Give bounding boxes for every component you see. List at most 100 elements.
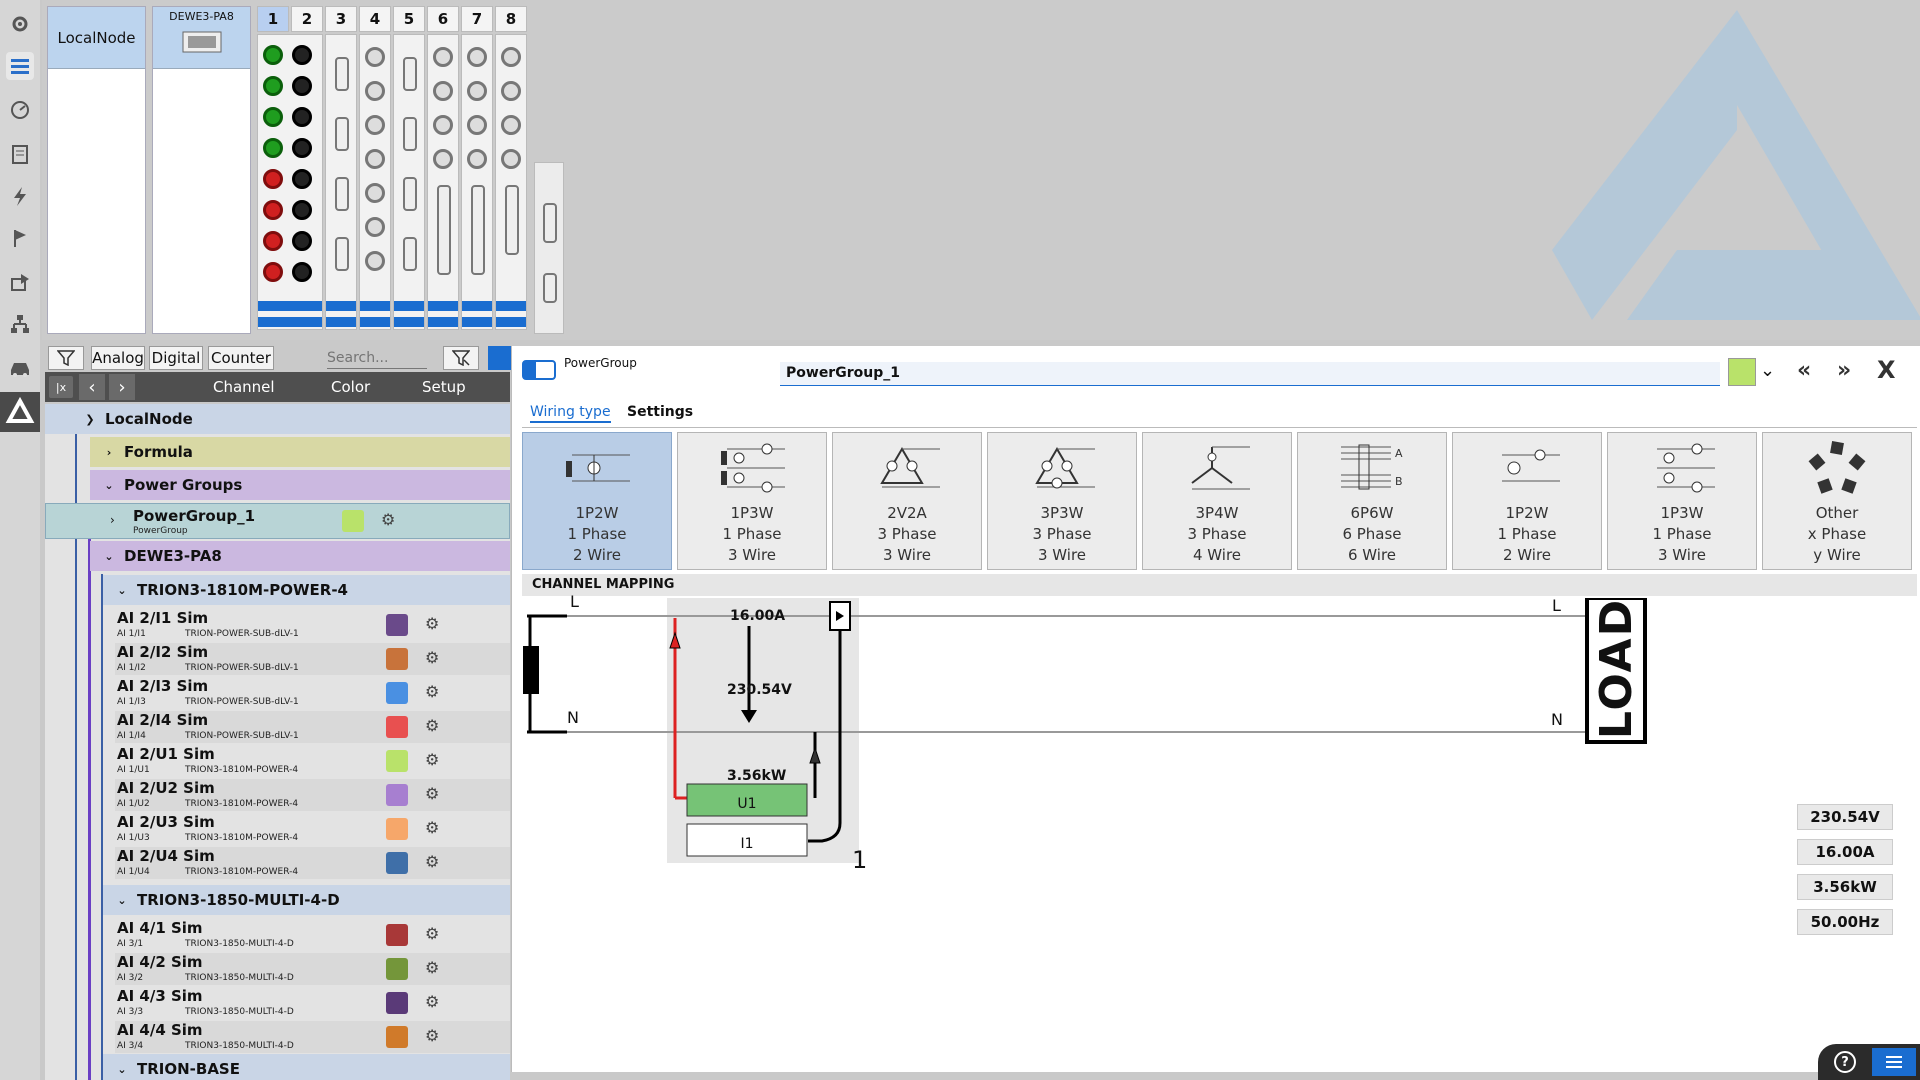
slot-4-module[interactable] <box>359 34 391 330</box>
wiring-option-3p3w-3[interactable]: 3P3W 3 Phase 3 Wire <box>987 432 1137 570</box>
channel-color-swatch[interactable] <box>386 992 408 1014</box>
wiring-option-3p4w-4[interactable]: 3P4W 3 Phase 4 Wire <box>1142 432 1292 570</box>
u1-channel-box[interactable]: U1 <box>687 788 807 820</box>
power-module-icon[interactable] <box>0 392 40 432</box>
gear-icon[interactable]: ⚙ <box>425 682 439 701</box>
tab-settings[interactable]: Settings <box>627 404 693 420</box>
slot-4-number[interactable]: 4 <box>359 6 391 32</box>
powergroup-1-color-swatch[interactable] <box>342 510 364 532</box>
report-icon[interactable] <box>6 140 34 168</box>
table-row[interactable]: AI 4/3 Sim AI 3/3 TRION3-1850-MULTI-4-D ⚙ <box>115 987 510 1019</box>
export-icon[interactable] <box>6 268 34 296</box>
chevron-down-icon[interactable]: ⌄ <box>1760 360 1775 381</box>
gear-icon[interactable]: ⚙ <box>425 784 439 803</box>
digital-filter-button[interactable]: Digital <box>149 346 203 370</box>
channel-color-swatch[interactable] <box>386 682 408 704</box>
table-row[interactable]: AI 2/U3 Sim AI 1/U3 TRION3-1810M-POWER-4 ⚙ <box>115 813 510 845</box>
slot-1-module[interactable] <box>257 34 323 330</box>
gauge-icon[interactable] <box>6 96 34 124</box>
slot-1-number[interactable]: 1 <box>257 6 289 32</box>
tree-base[interactable]: ⌄ TRION-BASE <box>103 1054 510 1080</box>
table-row[interactable]: AI 2/I4 Sim AI 1/I4 TRION-POWER-SUB-dLV-1 ⚙ <box>115 711 510 743</box>
powergroup-color-picker[interactable] <box>1728 358 1756 386</box>
filter-icon[interactable] <box>48 346 84 370</box>
table-row[interactable]: AI 2/U2 Sim AI 1/U2 TRION3-1810M-POWER-4 ⚙ <box>115 779 510 811</box>
gear-icon[interactable]: ⚙ <box>425 648 439 667</box>
slot-8-module[interactable] <box>495 34 527 330</box>
device-card[interactable]: DEWE3-PA8 <box>152 6 251 334</box>
gear-icon[interactable]: ⚙ <box>425 614 439 633</box>
wiring-option-2v2a-2[interactable]: 2V2A 3 Phase 3 Wire <box>832 432 982 570</box>
help-icon[interactable]: ? <box>1834 1051 1856 1073</box>
table-row[interactable]: AI 2/U4 Sim AI 1/U4 TRION3-1810M-POWER-4 ⚙ <box>115 847 510 879</box>
channel-color-swatch[interactable] <box>386 784 408 806</box>
powergroup-name-input[interactable]: PowerGroup_1 <box>780 362 1720 386</box>
channel-color-swatch[interactable] <box>386 924 408 946</box>
slot-6-module[interactable] <box>427 34 459 330</box>
channel-color-swatch[interactable] <box>386 750 408 772</box>
channel-color-swatch[interactable] <box>386 614 408 636</box>
gear-icon[interactable]: ⚙ <box>425 818 439 837</box>
slot-6-number[interactable]: 6 <box>427 6 459 32</box>
gear-icon[interactable]: ⚙ <box>381 510 395 529</box>
table-row[interactable]: AI 2/I1 Sim AI 1/I1 TRION-POWER-SUB-dLV-1 ⚙ <box>115 609 510 641</box>
tree-local-node[interactable]: ❯ LocalNode <box>45 404 510 434</box>
table-row[interactable]: AI 4/4 Sim AI 3/4 TRION3-1850-MULTI-4-D ⚙ <box>115 1021 510 1053</box>
gear-icon[interactable]: ⚙ <box>425 924 439 943</box>
tree-module-1[interactable]: ⌄ TRION3-1810M-POWER-4 <box>103 575 510 605</box>
channel-column-header[interactable]: Channel <box>213 378 275 396</box>
tab-wiring-type[interactable]: Wiring type <box>530 404 611 423</box>
collapse-all-icon[interactable]: |x <box>49 376 73 398</box>
channel-search-input[interactable] <box>327 347 427 369</box>
slot-7-module[interactable] <box>461 34 493 330</box>
close-panel-button[interactable]: X <box>1877 356 1896 384</box>
gear-icon[interactable]: ⚙ <box>425 716 439 735</box>
tree-formula-group[interactable]: › Formula <box>90 437 510 467</box>
setup-column-header[interactable]: Setup <box>422 378 466 396</box>
gear-icon[interactable]: ⚙ <box>425 750 439 769</box>
analog-filter-button[interactable]: Analog <box>91 346 145 370</box>
tree-row-powergroup-1[interactable]: › PowerGroup_1 PowerGroup ⚙ <box>45 503 510 539</box>
slot-2-number[interactable]: 2 <box>291 6 323 32</box>
tree-module-2[interactable]: ⌄ TRION3-1850-MULTI-4-D <box>103 885 510 915</box>
local-node-card[interactable]: LocalNode <box>47 6 146 334</box>
previous-arrow-icon[interactable]: ‹ <box>79 374 105 400</box>
channel-color-swatch[interactable] <box>386 958 408 980</box>
slot-7-number[interactable]: 7 <box>461 6 493 32</box>
channel-color-swatch[interactable] <box>386 716 408 738</box>
gear-icon[interactable]: ⚙ <box>425 1026 439 1045</box>
channel-list-icon[interactable] <box>6 52 34 80</box>
slot-5-number[interactable]: 5 <box>393 6 425 32</box>
slot-3-number[interactable]: 3 <box>325 6 357 32</box>
channel-color-swatch[interactable] <box>386 648 408 670</box>
table-row[interactable]: AI 2/I3 Sim AI 1/I3 TRION-POWER-SUB-dLV-1 ⚙ <box>115 677 510 709</box>
wiring-option-6p6w-5[interactable]: A B 6P6W 6 Phase 6 Wire <box>1297 432 1447 570</box>
wiring-option-1p3w-1[interactable]: 1P3W 1 Phase 3 Wire <box>677 432 827 570</box>
table-row[interactable]: AI 4/1 Sim AI 3/1 TRION3-1850-MULTI-4-D ⚙ <box>115 919 510 951</box>
next-group-icon[interactable]: » <box>1837 358 1851 383</box>
wiring-option-1p2w-6[interactable]: 1P2W 1 Phase 2 Wire <box>1452 432 1602 570</box>
list-view-icon[interactable] <box>1872 1048 1916 1076</box>
channel-color-swatch[interactable] <box>386 818 408 840</box>
table-row[interactable]: AI 2/U1 Sim AI 1/U1 TRION3-1810M-POWER-4 ⚙ <box>115 745 510 777</box>
car-icon[interactable] <box>6 354 34 382</box>
wiring-option-other-8[interactable]: Other x Phase y Wire <box>1762 432 1912 570</box>
gear-icon[interactable]: ⚙ <box>425 852 439 871</box>
slot-3-module[interactable] <box>325 34 357 330</box>
slot-8-number[interactable]: 8 <box>495 6 527 32</box>
channel-color-swatch[interactable] <box>386 1026 408 1048</box>
lightning-icon[interactable] <box>6 182 34 210</box>
next-arrow-icon[interactable]: › <box>109 374 135 400</box>
i1-channel-box[interactable]: I1 <box>687 828 807 860</box>
tree-power-groups[interactable]: ⌄ Power Groups <box>90 470 510 500</box>
color-column-header[interactable]: Color <box>331 378 370 396</box>
channel-color-swatch[interactable] <box>386 852 408 874</box>
flag-icon[interactable] <box>6 224 34 252</box>
hierarchy-icon[interactable] <box>6 310 34 338</box>
gear-icon[interactable]: ⚙ <box>425 958 439 977</box>
base-module[interactable] <box>534 162 564 334</box>
tree-dewe-device[interactable]: ⌄ DEWE3-PA8 <box>90 541 510 571</box>
slot-5-module[interactable] <box>393 34 425 330</box>
clear-filter-icon[interactable] <box>443 346 479 370</box>
wiring-option-1p2w-0[interactable]: 1P2W 1 Phase 2 Wire <box>522 432 672 570</box>
